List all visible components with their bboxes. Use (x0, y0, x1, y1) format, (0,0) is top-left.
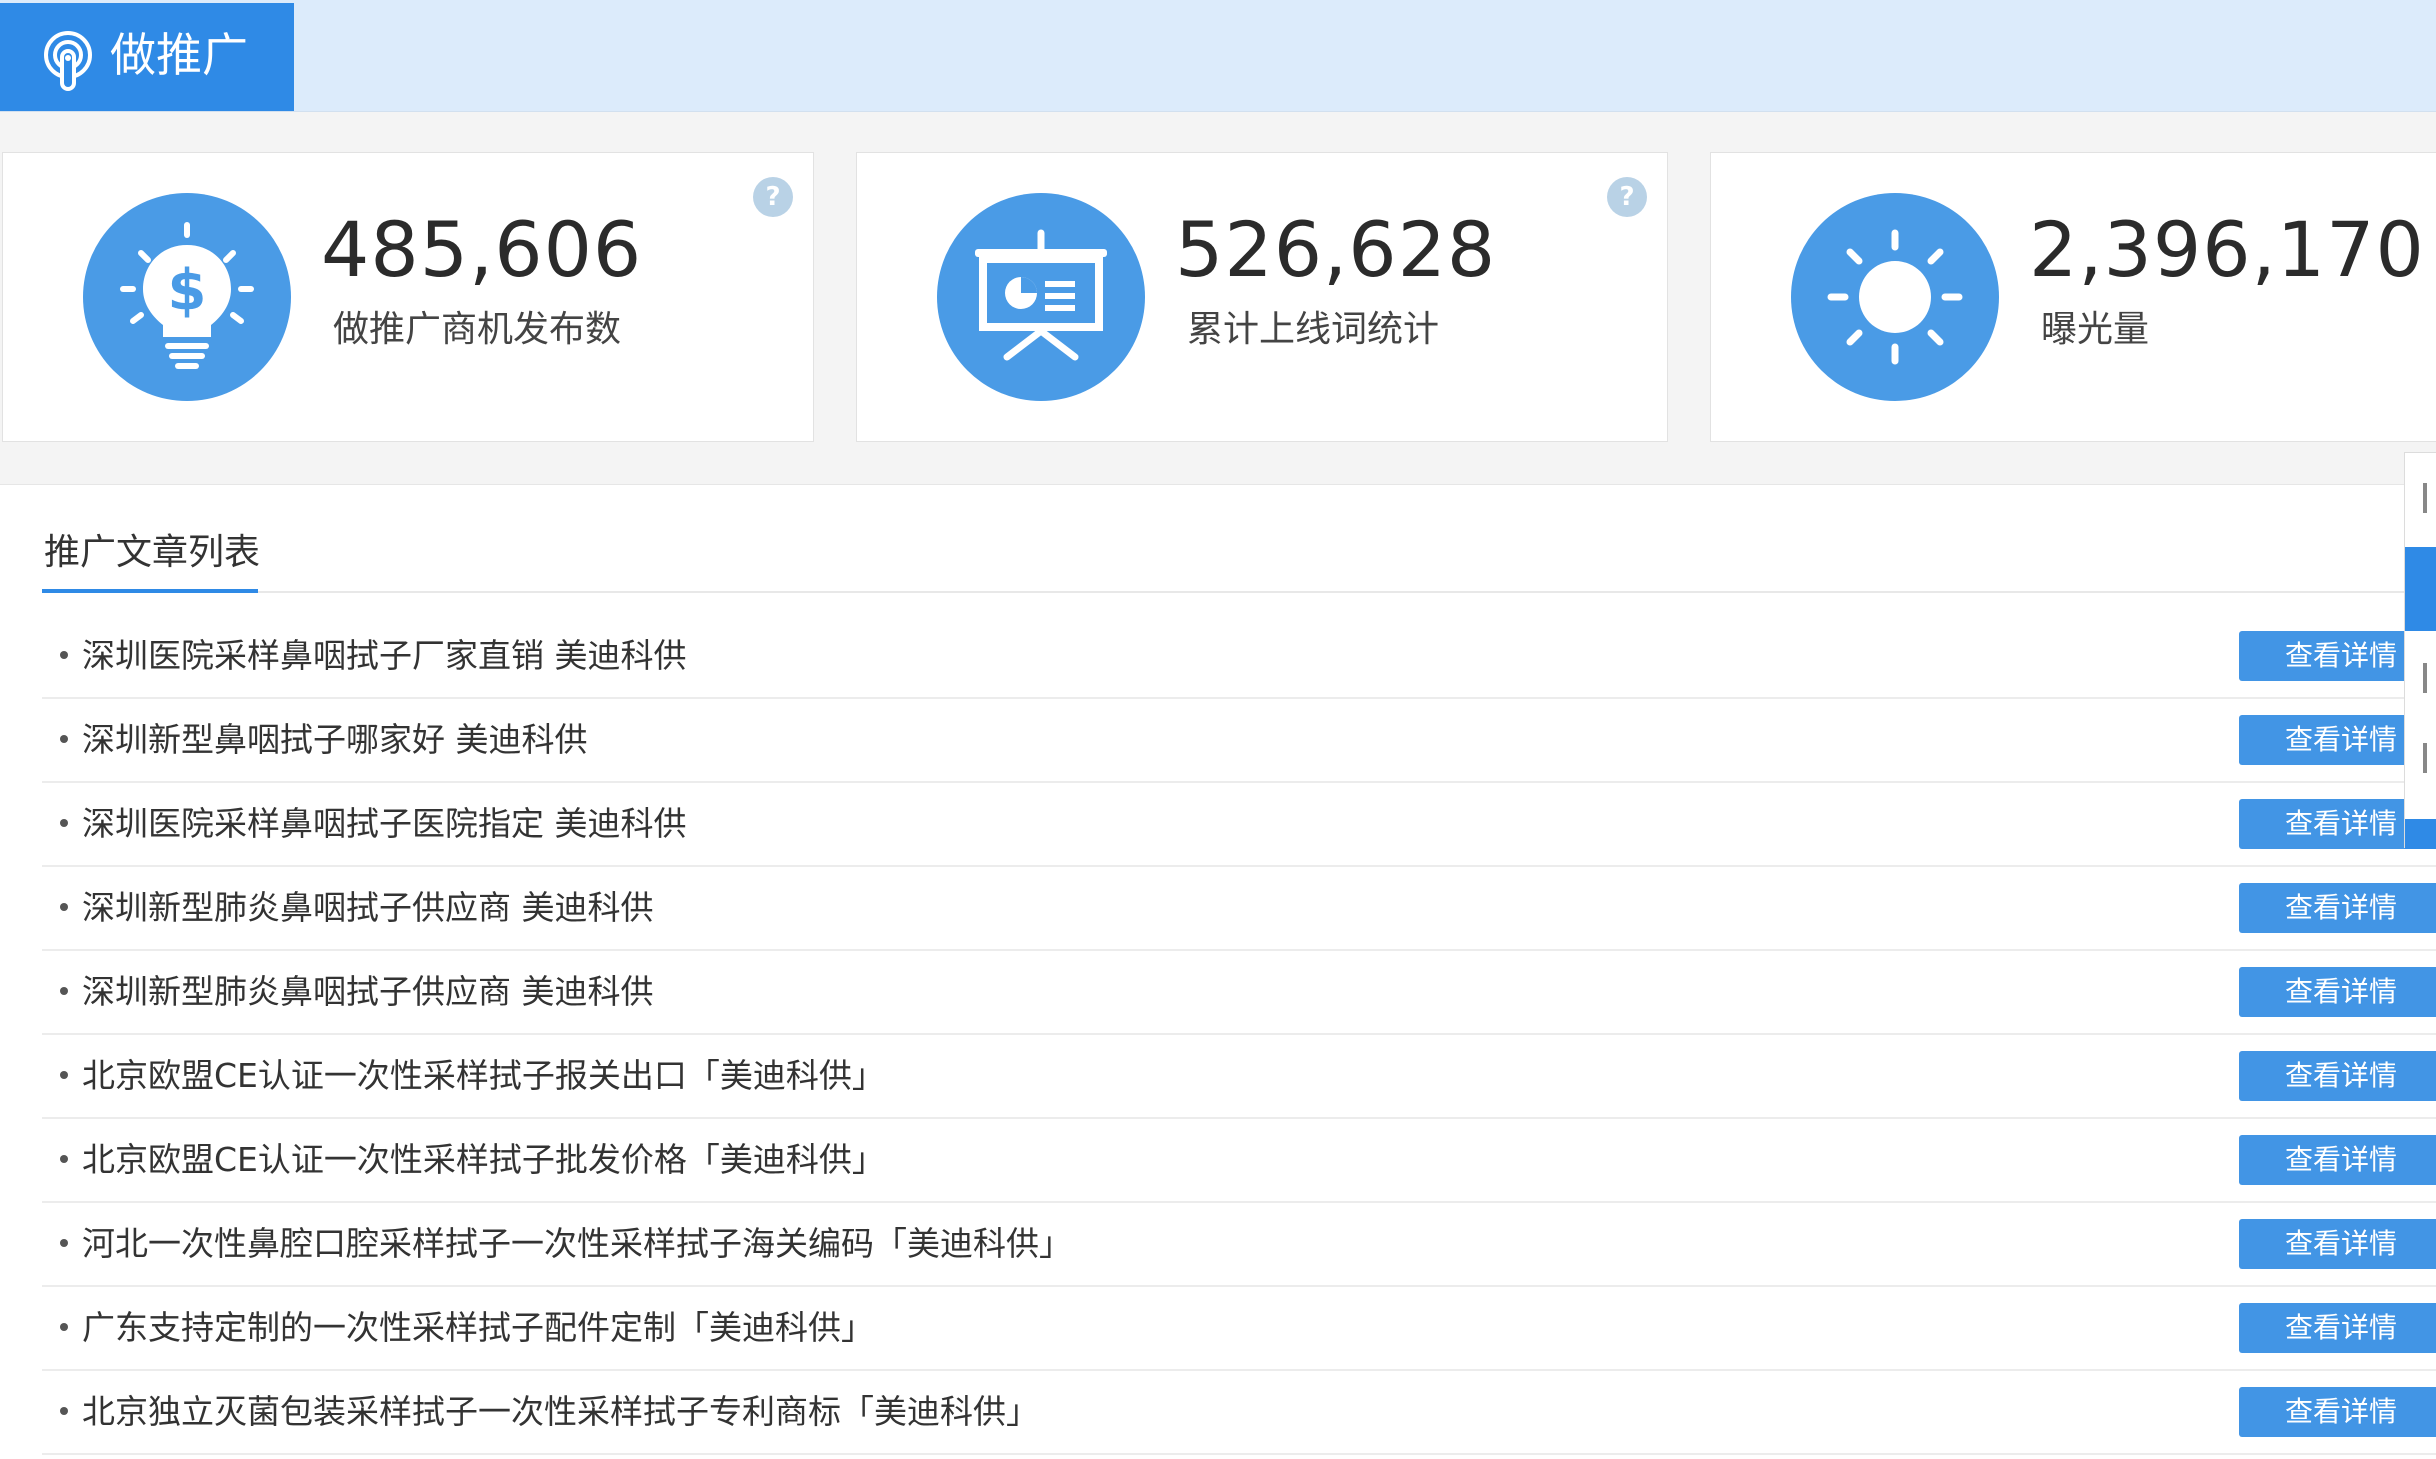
bullet-dot (60, 1407, 68, 1415)
stat-card-exposure: 2,396,170 曝光量 (1710, 152, 2436, 442)
stat-value: 485,606 (321, 205, 643, 294)
bullet-dot (60, 1323, 68, 1331)
article-title[interactable]: 深圳新型肺炎鼻咽拭子供应商 美迪科供 (82, 881, 654, 935)
article-title[interactable]: 深圳医院采样鼻咽拭子医院指定 美迪科供 (82, 797, 687, 851)
bullet-dot (60, 735, 68, 743)
stat-card-opportunities: $ 485,606 做推广商机发布数 ? (2, 152, 814, 442)
toolbar-item-icon[interactable] (2423, 663, 2427, 693)
stat-label: 曝光量 (2041, 309, 2150, 350)
bullet-dot (60, 1155, 68, 1163)
list-item: 北京欧盟CE认证一次性采样拭子报关出口「美迪科供」 查看详情 (42, 1035, 2436, 1119)
article-title[interactable]: 深圳新型肺炎鼻咽拭子供应商 美迪科供 (82, 965, 654, 1019)
article-title[interactable]: 深圳医院采样鼻咽拭子厂家直销 美迪科供 (82, 629, 687, 683)
stat-label: 累计上线词统计 (1187, 309, 1440, 350)
help-icon[interactable]: ? (1607, 177, 1647, 217)
list-item: 北京欧盟CE认证一次性采样拭子批发价格「美迪科供」 查看详情 (42, 1119, 2436, 1203)
list-item: 深圳医院采样鼻咽拭子医院指定 美迪科供 查看详情 (42, 783, 2436, 867)
article-title[interactable]: 北京独立灭菌包装采样拭子一次性采样拭子专利商标「美迪科供」 (82, 1385, 1039, 1439)
view-details-button[interactable]: 查看详情 (2239, 1387, 2436, 1437)
page-title: 做推广 (110, 28, 248, 82)
tab-article-list[interactable]: 推广文章列表 (44, 525, 260, 581)
stat-card-keywords: 526,628 累计上线词统计 ? (856, 152, 1668, 442)
list-item: 深圳医院采样鼻咽拭子厂家直销 美迪科供 查看详情 (42, 615, 2436, 699)
article-title[interactable]: 深圳新型鼻咽拭子哪家好 美迪科供 (82, 713, 588, 767)
bullet-dot (60, 1071, 68, 1079)
svg-text:$: $ (168, 258, 207, 323)
article-list: 深圳医院采样鼻咽拭子厂家直销 美迪科供 查看详情 深圳新型鼻咽拭子哪家好 美迪科… (42, 615, 2436, 1455)
sun-icon (1791, 193, 1999, 401)
idea-dollar-icon: $ (83, 193, 291, 401)
article-title[interactable]: 北京欧盟CE认证一次性采样拭子报关出口「美迪科供」 (82, 1049, 885, 1103)
bullet-dot (60, 987, 68, 995)
list-item: 广东支持定制的一次性采样拭子配件定制「美迪科供」 查看详情 (42, 1287, 2436, 1371)
presentation-board-icon (937, 193, 1145, 401)
list-item: 深圳新型肺炎鼻咽拭子供应商 美迪科供 查看详情 (42, 951, 2436, 1035)
article-title[interactable]: 广东支持定制的一次性采样拭子配件定制「美迪科供」 (82, 1301, 874, 1355)
toolbar-item-active[interactable] (2405, 819, 2436, 849)
top-header-bar: 做推广 (0, 0, 2436, 112)
tab-divider (42, 591, 2436, 593)
bullet-dot (60, 903, 68, 911)
stat-value: 526,628 (1175, 205, 1497, 294)
toolbar-item-icon[interactable] (2423, 743, 2427, 773)
article-list-panel: 推广文章列表 深圳医院采样鼻咽拭子厂家直销 美迪科供 查看详情 深圳新型鼻咽拭子… (0, 484, 2436, 1459)
active-tab-indicator (42, 589, 258, 593)
bullet-dot (60, 1239, 68, 1247)
bullet-dot (60, 819, 68, 827)
bullet-dot (60, 651, 68, 659)
toolbar-item-icon[interactable] (2423, 483, 2427, 513)
list-item: 北京独立灭菌包装采样拭子一次性采样拭子专利商标「美迪科供」 查看详情 (42, 1371, 2436, 1455)
floating-side-toolbar[interactable] (2404, 452, 2436, 849)
view-details-button[interactable]: 查看详情 (2239, 883, 2436, 933)
toolbar-item-active[interactable] (2405, 547, 2436, 631)
view-details-button[interactable]: 查看详情 (2239, 1135, 2436, 1185)
article-title[interactable]: 河北一次性鼻腔口腔采样拭子一次性采样拭子海关编码「美迪科供」 (82, 1217, 1072, 1271)
stat-label: 做推广商机发布数 (333, 309, 622, 350)
view-details-button[interactable]: 查看详情 (2239, 1051, 2436, 1101)
page-title-tab[interactable]: 做推广 (0, 3, 294, 111)
view-details-button[interactable]: 查看详情 (2239, 967, 2436, 1017)
list-item: 河北一次性鼻腔口腔采样拭子一次性采样拭子海关编码「美迪科供」 查看详情 (42, 1203, 2436, 1287)
list-item: 深圳新型鼻咽拭子哪家好 美迪科供 查看详情 (42, 699, 2436, 783)
view-details-button[interactable]: 查看详情 (2239, 1303, 2436, 1353)
list-item: 深圳新型肺炎鼻咽拭子供应商 美迪科供 查看详情 (42, 867, 2436, 951)
view-details-button[interactable]: 查看详情 (2239, 1219, 2436, 1269)
article-title[interactable]: 北京欧盟CE认证一次性采样拭子批发价格「美迪科供」 (82, 1133, 885, 1187)
help-icon[interactable]: ? (753, 177, 793, 217)
broadcast-icon (40, 31, 96, 91)
stat-value: 2,396,170 (2029, 205, 2425, 294)
